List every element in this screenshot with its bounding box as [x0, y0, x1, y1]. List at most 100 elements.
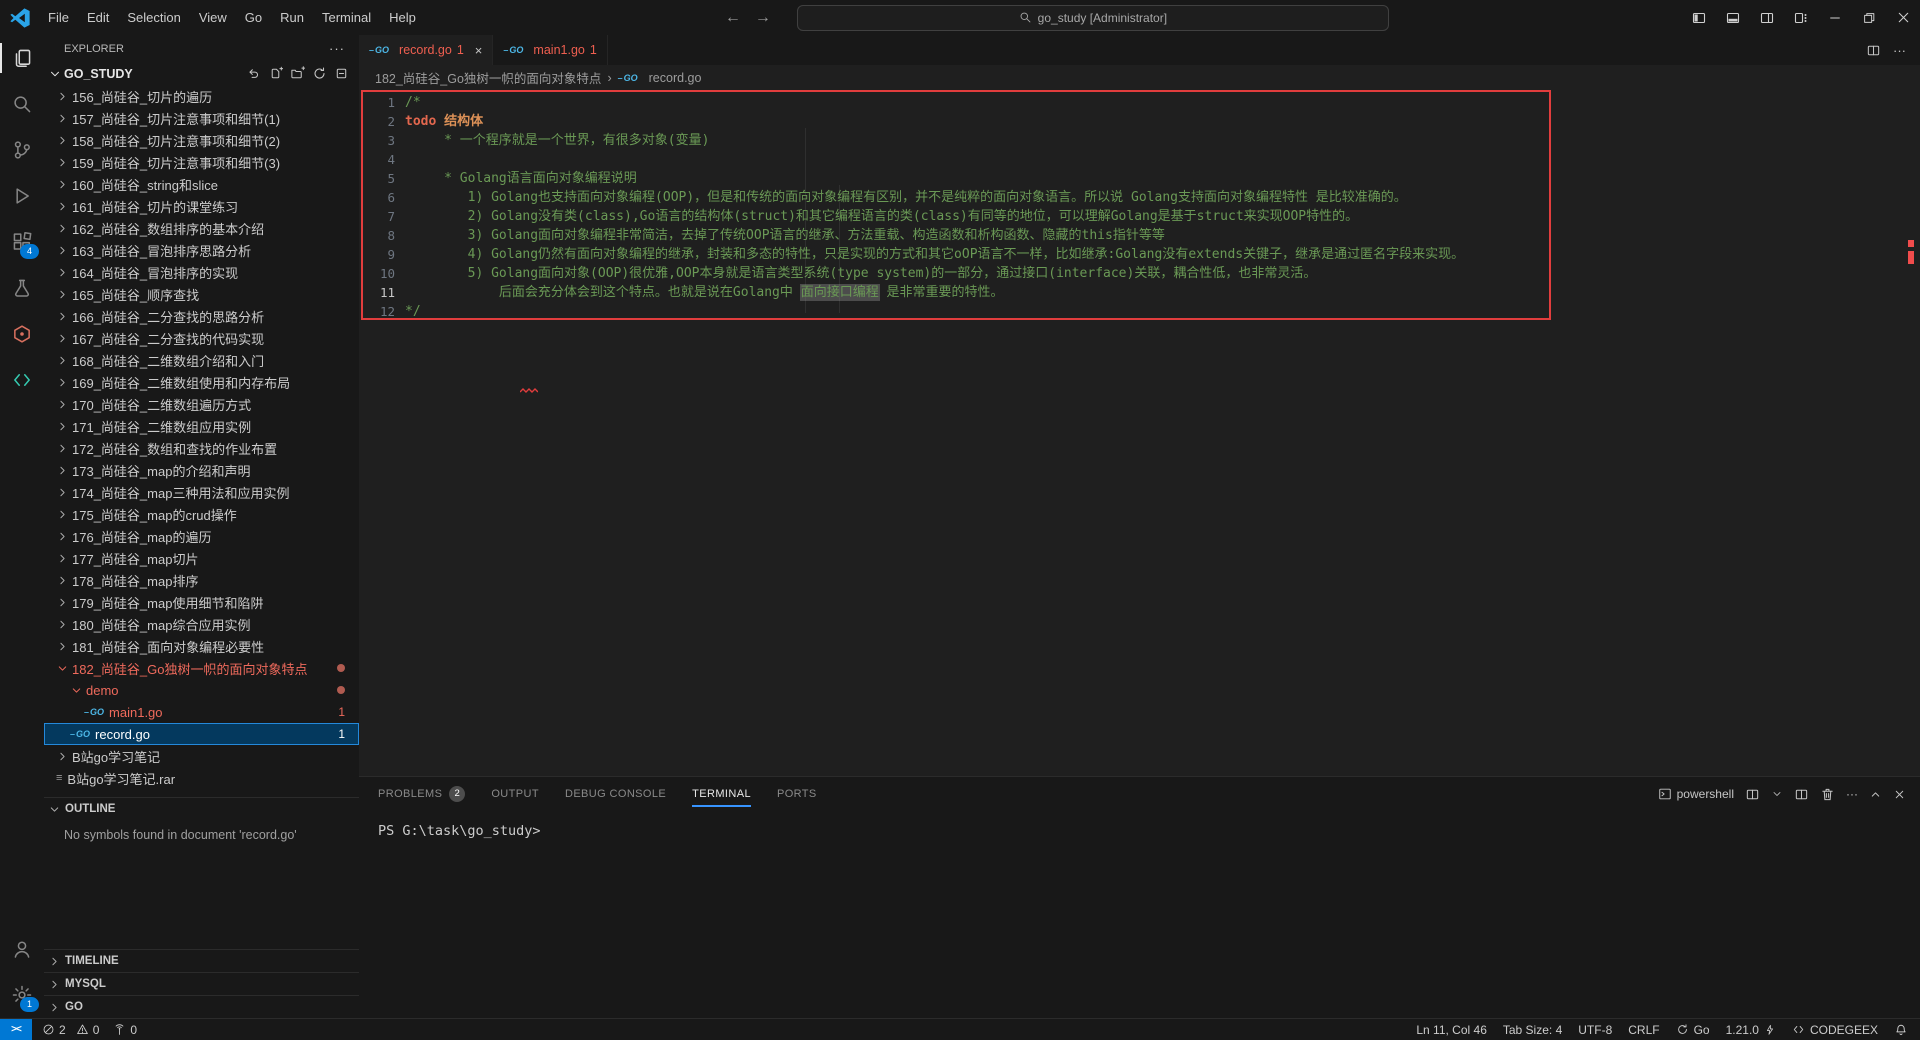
tree-item-174_尚硅谷_map三种用法和应用实例[interactable]: 174_尚硅谷_map三种用法和应用实例 [44, 481, 359, 503]
panel-tab-debug-console[interactable]: DEBUG CONSOLE [565, 777, 666, 811]
code-editor[interactable]: 1/* 2 todo 结构体 3 * 一个程序就是一个世界，有很多对象(变量) 4 5 *… [359, 90, 1908, 776]
tree-item-B站go学习笔记.rar[interactable]: ≡ B站go学习笔记.rar [44, 767, 359, 789]
split-panel-icon[interactable] [1794, 787, 1809, 802]
outline-header[interactable]: OUTLINE [44, 797, 359, 820]
tree-item-167_尚硅谷_二分查找的代码实现[interactable]: 167_尚硅谷_二分查找的代码实现 [44, 327, 359, 349]
panel-tab-problems[interactable]: PROBLEMS 2 [378, 777, 466, 811]
status-codegeex[interactable]: CODEGEEX [1792, 1023, 1878, 1037]
tree-item-175_尚硅谷_map的crud操作[interactable]: 175_尚硅谷_map的crud操作 [44, 503, 359, 525]
explorer-more-icon[interactable]: ··· [329, 41, 345, 56]
nav-forward-icon[interactable]: → [755, 9, 771, 27]
tree-item-177_尚硅谷_map切片[interactable]: 177_尚硅谷_map切片 [44, 547, 359, 569]
tree-item-156_尚硅谷_切片的遍历[interactable]: 156_尚硅谷_切片的遍历 [44, 85, 359, 107]
problems-status[interactable]: 2 0 [42, 1023, 99, 1037]
toggle-secondary-sidebar-icon[interactable] [1750, 0, 1784, 35]
status-tab-size-4[interactable]: Tab Size: 4 [1503, 1023, 1562, 1037]
tree-item-161_尚硅谷_切片的课堂练习[interactable]: 161_尚硅谷_切片的课堂练习 [44, 195, 359, 217]
activity-testing[interactable] [0, 265, 44, 311]
activity-settings[interactable]: 1 [0, 972, 44, 1018]
workspace-section-header[interactable]: GO_STUDY [44, 62, 359, 85]
tree-item-159_尚硅谷_切片注意事项和细节(3)[interactable]: 159_尚硅谷_切片注意事项和细节(3) [44, 151, 359, 173]
terminal-shell-item[interactable]: powershell [1658, 787, 1734, 801]
menu-selection[interactable]: Selection [118, 6, 189, 30]
chevron-down-icon[interactable] [1771, 788, 1783, 800]
section-mysql[interactable]: MYSQL [44, 972, 359, 995]
tree-item-169_尚硅谷_二维数组使用和内存布局[interactable]: 169_尚硅谷_二维数组使用和内存布局 [44, 371, 359, 393]
menu-file[interactable]: File [39, 6, 78, 30]
panel-tab-ports[interactable]: PORTS [777, 777, 817, 811]
ports-status[interactable]: 0 [113, 1023, 137, 1037]
tree-item-B站go学习笔记[interactable]: B站go学习笔记 [44, 745, 359, 767]
restore-button[interactable] [1852, 0, 1886, 35]
refresh-icon[interactable] [312, 66, 327, 81]
activity-source-control[interactable] [0, 127, 44, 173]
command-center-search[interactable]: go_study [Administrator] [796, 4, 1389, 31]
tree-item-160_尚硅谷_string和slice[interactable]: 160_尚硅谷_string和slice [44, 173, 359, 195]
panel-tab-output[interactable]: OUTPUT [491, 777, 539, 811]
menu-run[interactable]: Run [271, 6, 313, 30]
tab-record.go[interactable]: GO record.go 1 × [359, 35, 494, 65]
tree-item-178_尚硅谷_map排序[interactable]: 178_尚硅谷_map排序 [44, 569, 359, 591]
tree-item-163_尚硅谷_冒泡排序思路分析[interactable]: 163_尚硅谷_冒泡排序思路分析 [44, 239, 359, 261]
menu-edit[interactable]: Edit [78, 6, 118, 30]
tree-item-158_尚硅谷_切片注意事项和细节(2)[interactable]: 158_尚硅谷_切片注意事项和细节(2) [44, 129, 359, 151]
breadcrumb-folder[interactable]: 182_尚硅谷_Go独树一帜的面向对象特点 [375, 68, 601, 87]
nav-back-icon[interactable]: ← [725, 9, 741, 27]
split-editor-icon[interactable] [1866, 43, 1881, 58]
tree-item-176_尚硅谷_map的遍历[interactable]: 176_尚硅谷_map的遍历 [44, 525, 359, 547]
activity-extensions[interactable]: 4 [0, 219, 44, 265]
close-tab-icon[interactable]: × [475, 43, 483, 58]
section-timeline[interactable]: TIMELINE [44, 949, 359, 972]
close-panel-icon[interactable] [1893, 788, 1906, 801]
remote-indicator[interactable]: >< [0, 1018, 32, 1040]
tree-item-main1.go[interactable]: GO main1.go 1 [44, 701, 359, 723]
tree-item-162_尚硅谷_数组排序的基本介绍[interactable]: 162_尚硅谷_数组排序的基本介绍 [44, 217, 359, 239]
menu-go[interactable]: Go [236, 6, 271, 30]
tree-item-181_尚硅谷_面向对象编程必要性[interactable]: 181_尚硅谷_面向对象编程必要性 [44, 635, 359, 657]
tree-item-166_尚硅谷_二分查找的思路分析[interactable]: 166_尚硅谷_二分查找的思路分析 [44, 305, 359, 327]
notifications-bell[interactable] [1894, 1023, 1908, 1037]
status-utf-8[interactable]: UTF-8 [1578, 1023, 1612, 1037]
tree-item-170_尚硅谷_二维数组遍历方式[interactable]: 170_尚硅谷_二维数组遍历方式 [44, 393, 359, 415]
status-crlf[interactable]: CRLF [1628, 1023, 1659, 1037]
activity-explorer[interactable] [0, 35, 44, 81]
section-go[interactable]: GO [44, 995, 359, 1018]
tree-item-165_尚硅谷_顺序查找[interactable]: 165_尚硅谷_顺序查找 [44, 283, 359, 305]
activity-plugin-red[interactable] [0, 311, 44, 357]
menu-terminal[interactable]: Terminal [313, 6, 380, 30]
tree-item-182_尚硅谷_Go独树一帜的面向对象特点[interactable]: 182_尚硅谷_Go独树一帜的面向对象特点 [44, 657, 359, 679]
panel-more-icon[interactable]: ··· [1846, 787, 1858, 801]
editor-more-icon[interactable]: ··· [1893, 43, 1906, 58]
trash-icon[interactable] [1820, 787, 1835, 802]
activity-codegeex[interactable] [0, 357, 44, 403]
activity-account[interactable] [0, 926, 44, 972]
tree-item-157_尚硅谷_切片注意事项和细节(1)[interactable]: 157_尚硅谷_切片注意事项和细节(1) [44, 107, 359, 129]
tree-item-164_尚硅谷_冒泡排序的实现[interactable]: 164_尚硅谷_冒泡排序的实现 [44, 261, 359, 283]
tree-item-168_尚硅谷_二维数组介绍和入门[interactable]: 168_尚硅谷_二维数组介绍和入门 [44, 349, 359, 371]
close-window-button[interactable] [1886, 0, 1920, 35]
split-terminal-icon[interactable] [1745, 787, 1760, 802]
tree-item-173_尚硅谷_map的介绍和声明[interactable]: 173_尚硅谷_map的介绍和声明 [44, 459, 359, 481]
terminal-prompt[interactable]: PS G:\task\go_study> [378, 823, 1920, 839]
tab-main1.go[interactable]: GO main1.go 1 [493, 35, 608, 65]
tree-item-171_尚硅谷_二维数组应用实例[interactable]: 171_尚硅谷_二维数组应用实例 [44, 415, 359, 437]
customize-layout-icon[interactable] [1784, 0, 1818, 35]
menu-help[interactable]: Help [380, 6, 425, 30]
status-ln-11-col-46[interactable]: Ln 11, Col 46 [1416, 1023, 1487, 1037]
tree-item-record.go[interactable]: GO record.go 1 [44, 723, 359, 745]
tree-item-demo[interactable]: demo [44, 679, 359, 701]
new-folder-icon[interactable] [290, 66, 305, 81]
tree-item-179_尚硅谷_map使用细节和陷阱[interactable]: 179_尚硅谷_map使用细节和陷阱 [44, 591, 359, 613]
collapse-all-icon[interactable] [334, 66, 349, 81]
tree-item-172_尚硅谷_数组和查找的作业布置[interactable]: 172_尚硅谷_数组和查找的作业布置 [44, 437, 359, 459]
chevron-up-icon[interactable] [1869, 788, 1882, 801]
toggle-panel-icon[interactable] [1716, 0, 1750, 35]
breadcrumb-file[interactable]: record.go [649, 71, 702, 85]
minimize-button[interactable] [1818, 0, 1852, 35]
toggle-sidebar-icon[interactable] [1682, 0, 1716, 35]
status-go[interactable]: Go [1676, 1023, 1710, 1037]
tree-item-180_尚硅谷_map综合应用实例[interactable]: 180_尚硅谷_map综合应用实例 [44, 613, 359, 635]
undo-icon[interactable] [246, 66, 261, 81]
activity-search[interactable] [0, 81, 44, 127]
status-1-21-0[interactable]: 1.21.0 [1726, 1023, 1776, 1037]
